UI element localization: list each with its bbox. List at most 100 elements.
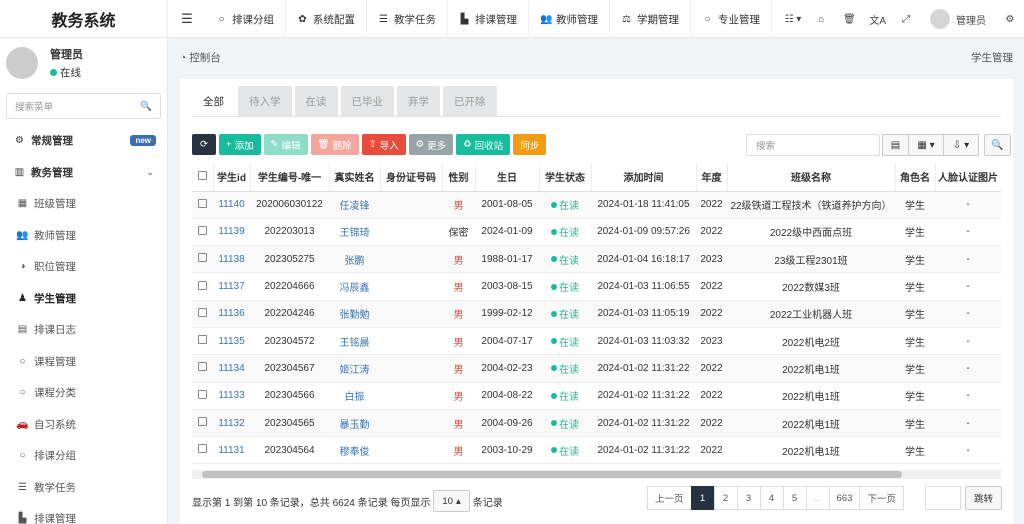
cell-id[interactable]: 11135 [213, 327, 250, 356]
sidebar-search-input[interactable]: 搜索菜单 🔍 [6, 93, 161, 119]
delete-button[interactable]: 🗑 删除 [310, 134, 359, 155]
column-header[interactable]: 角色名 [895, 163, 936, 192]
topnav-item-0[interactable]: ○ 排课分组 [205, 0, 286, 38]
sidebar-item-12[interactable]: ▙ 排课管理 [0, 503, 167, 524]
tab-0[interactable]: 全部 [192, 86, 235, 116]
page-button[interactable]: 2 [713, 486, 738, 510]
menu-toggle-icon[interactable]: ☰ [176, 0, 198, 38]
select-all-checkbox[interactable] [192, 163, 214, 192]
jump-page-input[interactable] [925, 486, 961, 510]
row-checkbox[interactable] [192, 218, 213, 247]
cell-name[interactable]: 王铭晨 [329, 327, 380, 356]
column-header[interactable]: 真实姓名 [329, 163, 381, 192]
columns-dropdown-button[interactable]: ▦ ▾ [908, 134, 944, 156]
cell-name[interactable]: 穆奉俊 [329, 436, 380, 465]
column-header[interactable]: 性别 [442, 163, 476, 192]
column-header[interactable]: 身份证号码 [380, 163, 443, 192]
cell-id[interactable]: 11134 [213, 354, 250, 383]
column-header[interactable]: 人脸认证图片 [935, 163, 1001, 192]
breadcrumb[interactable]: ◔ 控制台 [180, 50, 221, 65]
table-row[interactable]: 11132 202304565 暴玉勤 男 2004-09-26 在读 2024-01-02… [192, 409, 1001, 438]
settings-icon[interactable]: ⚙ [996, 0, 1024, 38]
topnav-item-2[interactable]: ☰ 教学任务 [367, 0, 448, 38]
sidebar-item-6[interactable]: ▤ 排课日志 [0, 314, 167, 346]
sidebar-item-3[interactable]: 👥 教师管理 [0, 220, 167, 252]
tab-2[interactable]: 在读 [294, 86, 338, 116]
column-header[interactable]: 学生状态 [539, 163, 592, 192]
next-page-button[interactable]: 下一页 [859, 486, 904, 510]
cell-name[interactable]: 暴玉勤 [329, 409, 380, 438]
cell-name[interactable]: 任凌锋 [329, 191, 380, 219]
row-checkbox[interactable] [192, 245, 213, 274]
cell-id[interactable]: 11139 [213, 218, 250, 247]
column-header[interactable]: 添加时间 [591, 163, 697, 192]
cell-name[interactable]: 王锦琦 [329, 218, 380, 247]
sidebar-item-8[interactable]: ○ 课程分类 [0, 377, 167, 409]
row-checkbox[interactable] [192, 300, 213, 328]
export-dropdown-button[interactable]: ⇩ ▾ [943, 134, 979, 156]
column-header[interactable]: 年度 [696, 163, 728, 192]
table-row[interactable]: 11137 202204666 冯辰鑫 男 2003-08-15 在读 2024-01-03… [192, 272, 1001, 301]
sidebar-item-4[interactable]: ◑ 职位管理 [0, 251, 167, 283]
row-checkbox[interactable] [192, 382, 213, 410]
cell-id[interactable]: 11136 [213, 300, 250, 328]
cell-id[interactable]: 11132 [213, 409, 250, 438]
table-row[interactable]: 11139 202203013 王锦琦 保密 2024-01-09 在读 2024-01-0… [192, 218, 1001, 247]
layout-dropdown-icon[interactable]: ☷ ▾ [779, 0, 808, 38]
cell-id[interactable]: 11131 [213, 436, 250, 465]
page-button[interactable]: 663 [828, 486, 861, 510]
page-button[interactable]: 5 [782, 486, 807, 510]
toggle-view-button[interactable]: ▤ [882, 134, 909, 156]
tab-1[interactable]: 待入学 [238, 86, 292, 116]
topnav-item-4[interactable]: 👥 教师管理 [529, 0, 610, 38]
edit-button[interactable]: ✎ 编辑 [263, 134, 308, 155]
row-checkbox[interactable] [192, 436, 213, 465]
table-row[interactable]: 11134 202304567 姬江涛 男 2004-02-23 在读 2024-01-02… [192, 354, 1001, 383]
more-button[interactable]: ⚙ 更多 [408, 134, 454, 155]
cell-name[interactable]: 张勤勉 [329, 300, 380, 328]
sidebar-item-11[interactable]: ☰ 教学任务 [0, 472, 167, 504]
sidebar-item-5[interactable]: ♟ 学生管理 [0, 283, 167, 315]
column-header[interactable]: 班级名称 [727, 163, 896, 192]
tab-4[interactable]: 弃学 [397, 86, 440, 116]
table-row[interactable]: 11133 202304566 白振 男 2004-08-22 在读 2024-01-02 … [192, 382, 1001, 410]
fullscreen-icon[interactable]: ⤢ [892, 0, 920, 38]
row-checkbox[interactable] [192, 327, 213, 356]
table-search-input[interactable]: 搜索 [746, 134, 880, 156]
sidebar-item-0[interactable]: ⚙ 常规管理 new [0, 125, 167, 157]
column-header[interactable]: 生日 [475, 163, 540, 192]
table-row[interactable]: 11131 202304564 穆奉俊 男 2003-10-29 在读 2024-01-02… [192, 436, 1001, 465]
page-button[interactable]: 4 [759, 486, 784, 510]
column-header[interactable]: 学生编号-唯一 [250, 163, 330, 192]
topnav-item-5[interactable]: ⚖ 学期管理 [610, 0, 691, 38]
table-row[interactable]: 11135 202304572 王铭晨 男 2004-07-17 在读 2024-01-03… [192, 327, 1001, 356]
cell-id[interactable]: 11133 [213, 382, 250, 410]
import-button[interactable]: ⇧ 导入 [361, 134, 406, 155]
cell-name[interactable]: 冯辰鑫 [329, 272, 380, 301]
tab-3[interactable]: 已毕业 [340, 86, 394, 116]
advanced-search-button[interactable]: 🔍 [984, 134, 1011, 156]
sidebar-item-9[interactable]: 🚗 自习系统 [0, 409, 167, 441]
page-button[interactable]: 1 [690, 486, 715, 510]
translate-icon[interactable]: 文A [863, 0, 892, 38]
topnav-item-6[interactable]: ○ 专业管理 [691, 0, 772, 38]
page-size-select[interactable]: 10 ▴ [433, 490, 470, 512]
row-checkbox[interactable] [192, 191, 213, 219]
page-button[interactable]: 3 [736, 486, 761, 510]
jump-button[interactable]: 跳转 [965, 486, 1003, 510]
table-row[interactable]: 11138 202305275 张鹏 男 1988-01-17 在读 2024-01-04 … [192, 245, 1001, 274]
row-checkbox[interactable] [192, 272, 213, 301]
cell-id[interactable]: 11140 [213, 191, 250, 219]
scrollbar-thumb[interactable] [202, 471, 902, 478]
topnav-item-1[interactable]: ✿ 系统配置 [286, 0, 367, 38]
table-row[interactable]: 11140 202006030122 任凌锋 男 2001-08-05 在读 2024-01… [192, 191, 1001, 219]
cell-name[interactable]: 姬江涛 [329, 354, 380, 383]
sidebar-item-2[interactable]: ▦ 班级管理 [0, 188, 167, 220]
row-checkbox[interactable] [192, 354, 213, 383]
sidebar-item-1[interactable]: ▥ 教务管理 ⌄ [0, 157, 167, 189]
add-button[interactable]: + 添加 [218, 134, 261, 155]
recycle-bin-button[interactable]: ♻ 回收站 [456, 134, 511, 155]
user-menu[interactable]: 管理员 [920, 0, 996, 38]
refresh-button[interactable]: ⟳ [192, 134, 216, 155]
prev-page-button[interactable]: 上一页 [647, 486, 692, 510]
